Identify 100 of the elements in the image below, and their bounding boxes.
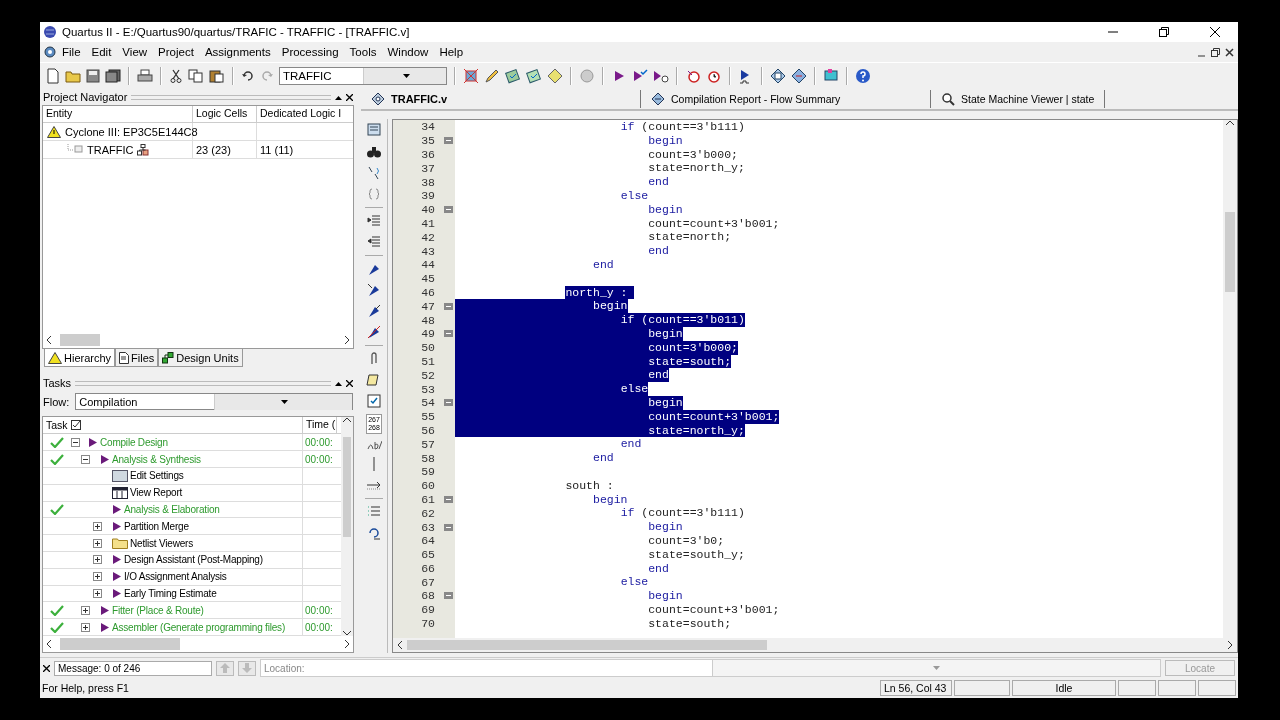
close-icon[interactable] (346, 379, 353, 387)
checkbox-icon[interactable] (70, 420, 81, 431)
scroll-right-icon[interactable] (1227, 641, 1233, 649)
task-item[interactable]: Analysis & Synthesis (112, 453, 201, 465)
copy-icon[interactable] (188, 69, 204, 83)
scrollbar-thumb[interactable] (407, 640, 767, 650)
collapse-icon[interactable] (71, 437, 80, 447)
code-line[interactable]: else (455, 575, 649, 590)
stopwatch-icon[interactable] (706, 68, 722, 84)
replace-icon[interactable] (366, 165, 382, 181)
scroll-right-icon[interactable] (344, 336, 350, 345)
monitor-icon[interactable] (823, 68, 839, 84)
close-icon[interactable] (1210, 27, 1220, 37)
task-item[interactable]: I/O Assignment Analysis (124, 571, 227, 583)
menu-item[interactable]: Tools (344, 46, 383, 58)
dropdown-arrow-icon[interactable] (281, 399, 289, 404)
expand-icon[interactable] (93, 572, 102, 582)
binoculars-icon[interactable] (366, 144, 382, 160)
undo-list-icon[interactable] (366, 525, 382, 541)
code-line[interactable]: end (455, 451, 614, 465)
menu-item[interactable]: Edit (86, 46, 118, 58)
flag-icon[interactable] (366, 324, 382, 340)
diamond-icon[interactable] (547, 68, 563, 84)
editor-tab[interactable]: State Machine Viewer | state (931, 90, 1106, 108)
fold-marker-icon[interactable] (443, 206, 453, 214)
restore-icon[interactable] (1159, 27, 1169, 37)
column-header[interactable]: Task (46, 419, 68, 432)
scrollbar-thumb[interactable] (60, 334, 100, 347)
scroll-up-icon[interactable] (1226, 120, 1234, 126)
scroll-up-icon[interactable] (343, 417, 351, 424)
code-line[interactable]: begin (455, 202, 683, 217)
indent-icon[interactable] (366, 213, 382, 229)
play-check-icon[interactable] (632, 68, 648, 84)
menu-item[interactable]: View (117, 46, 154, 58)
code-line[interactable]: state=north; (455, 230, 732, 245)
code-line[interactable]: if (count==3'b111) (455, 120, 745, 134)
stopwatch-icon[interactable] (685, 68, 701, 84)
panel-tab[interactable]: Hierarchy (44, 349, 116, 368)
fold-marker-icon[interactable] (443, 523, 453, 531)
checklist-icon[interactable] (526, 68, 542, 84)
scroll-left-icon[interactable] (46, 640, 52, 648)
task-item[interactable]: Early Timing Estimate (124, 588, 217, 599)
flag-icon[interactable] (366, 303, 382, 319)
play-clock-icon[interactable] (653, 68, 669, 84)
task-item[interactable]: Netlist Viewers (130, 537, 193, 549)
code-line[interactable]: state=south; (455, 616, 732, 631)
scroll-left-icon[interactable] (397, 641, 403, 649)
code-line[interactable]: state=south_y; (455, 547, 745, 562)
pencil-icon[interactable] (484, 68, 500, 84)
editor-tab[interactable]: TRAFFIC.v (361, 90, 641, 108)
code-line[interactable]: end (455, 175, 669, 189)
fold-marker-icon[interactable] (443, 495, 453, 503)
print-icon[interactable] (137, 69, 153, 83)
unindent-icon[interactable] (366, 234, 382, 250)
menu-item[interactable]: Help (434, 46, 470, 58)
entity-dropdown[interactable]: TRAFFIC (279, 67, 447, 85)
scroll-right-icon[interactable] (344, 640, 350, 648)
fold-marker-icon[interactable] (443, 330, 453, 338)
scrollbar-thumb[interactable] (1225, 212, 1235, 292)
undo-icon[interactable] (241, 70, 255, 82)
task-item[interactable]: Fitter (Place & Route) (112, 604, 204, 616)
code-line[interactable]: end (455, 257, 614, 272)
expand-icon[interactable] (93, 589, 102, 598)
menu-item[interactable]: Assignments (199, 46, 277, 58)
code-line[interactable]: end (455, 437, 642, 452)
column-header[interactable]: Dedicated Logic I (257, 106, 353, 122)
panel-tab[interactable]: Design Units (158, 349, 243, 368)
save-all-icon[interactable] (105, 69, 121, 83)
collapse-icon[interactable] (81, 454, 90, 464)
scrollbar-thumb[interactable] (343, 437, 351, 538)
menu-item[interactable]: Project (153, 46, 200, 58)
editor-tab[interactable]: Compilation Report - Flow Summary (641, 90, 931, 108)
code-line[interactable]: count=3'b000; (455, 147, 738, 162)
task-item[interactable]: View Report (130, 487, 183, 499)
task-item[interactable]: Analysis & Elaboration (124, 504, 220, 515)
column-header[interactable]: Logic Cells (193, 106, 257, 122)
scrollbar-thumb[interactable] (60, 638, 180, 650)
expand-icon[interactable] (93, 521, 102, 531)
close-icon[interactable] (43, 664, 50, 672)
help-icon[interactable] (855, 68, 871, 84)
fold-marker-icon[interactable] (443, 137, 453, 145)
check-document-icon[interactable] (366, 393, 382, 409)
code-line[interactable]: south : (565, 478, 614, 493)
expand-icon[interactable] (93, 538, 102, 548)
menu-item[interactable]: File (57, 46, 87, 58)
task-item[interactable]: Edit Settings (130, 470, 184, 482)
pin-icon[interactable] (335, 379, 342, 387)
fold-marker-icon[interactable] (443, 399, 453, 407)
panel-tab[interactable]: Files (115, 349, 159, 368)
code-line[interactable]: end (455, 244, 669, 258)
code-line[interactable]: begin (455, 589, 683, 603)
expand-icon[interactable] (81, 605, 90, 615)
expand-icon[interactable] (81, 622, 90, 632)
menu-item[interactable]: Window (382, 46, 435, 58)
code-line[interactable]: count=3'b0; (455, 533, 725, 548)
menu-item[interactable]: Processing (276, 46, 345, 58)
close-icon[interactable] (1225, 47, 1234, 57)
code-line[interactable]: end (455, 561, 669, 576)
restore-icon[interactable] (1211, 47, 1220, 57)
code-line[interactable]: if (count==3'b111) (455, 506, 745, 521)
